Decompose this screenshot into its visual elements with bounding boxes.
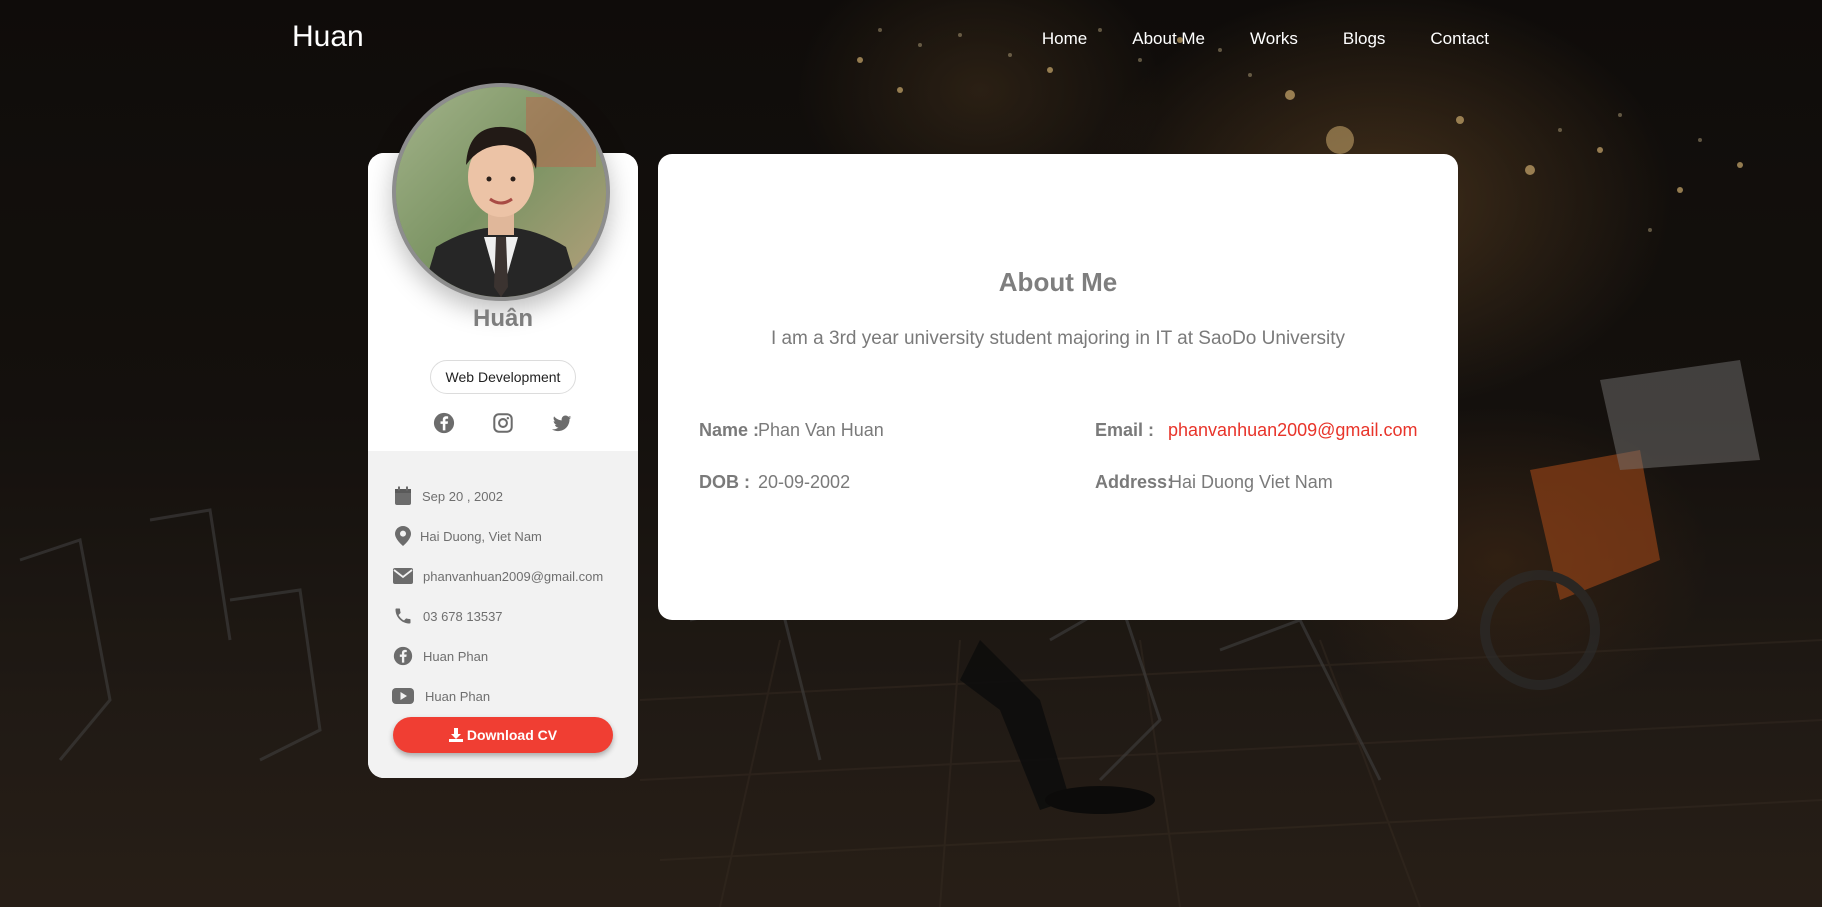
download-cv-button[interactable]: Download CV bbox=[393, 717, 613, 753]
facebook-icon bbox=[392, 645, 414, 667]
download-cv-label: Download CV bbox=[466, 727, 558, 743]
avatar bbox=[392, 83, 610, 301]
calendar-icon bbox=[392, 485, 414, 507]
profile-name: Huân bbox=[473, 305, 533, 332]
about-card bbox=[658, 154, 1458, 620]
nav-about-me[interactable]: About Me bbox=[1132, 29, 1205, 49]
dob-value: 20-09-2002 bbox=[758, 472, 851, 492]
info-birthday: Sep 20 , 2002 bbox=[392, 484, 503, 508]
info-birthday-text: Sep 20 , 2002 bbox=[422, 488, 503, 504]
youtube-icon bbox=[392, 685, 414, 707]
info-youtube: Huan Phan bbox=[392, 684, 490, 708]
name-value: Phan Van Huan bbox=[758, 420, 884, 440]
info-youtube-text[interactable]: Huan Phan bbox=[425, 689, 490, 704]
phone-icon bbox=[392, 605, 414, 627]
address-label: Address: bbox=[1095, 472, 1174, 492]
envelope-icon bbox=[392, 565, 414, 587]
nav-works[interactable]: Works bbox=[1250, 29, 1298, 49]
facebook-icon[interactable] bbox=[433, 412, 455, 434]
download-icon bbox=[448, 719, 463, 755]
info-location: Hai Duong, Viet Nam bbox=[392, 524, 542, 548]
name-label: Name : bbox=[699, 420, 760, 440]
social-links bbox=[368, 412, 638, 436]
nav-home[interactable]: Home bbox=[1042, 29, 1087, 49]
nav-blogs[interactable]: Blogs bbox=[1343, 29, 1386, 49]
top-navbar: Huan Home About Me Works Blogs Contact bbox=[0, 0, 1822, 80]
email-value[interactable]: phanvanhuan2009@gmail.com bbox=[1168, 420, 1417, 441]
info-email: phanvanhuan2009@gmail.com bbox=[392, 564, 603, 588]
brand-logo[interactable]: Huan bbox=[292, 20, 364, 54]
info-email-text[interactable]: phanvanhuan2009@gmail.com bbox=[423, 569, 603, 584]
address-value: Hai Duong Viet Nam bbox=[1169, 472, 1333, 492]
map-pin-icon bbox=[392, 525, 414, 547]
main-nav: Home About Me Works Blogs Contact bbox=[1042, 29, 1489, 49]
info-facebook-text[interactable]: Huan Phan bbox=[423, 649, 488, 664]
twitter-icon[interactable] bbox=[551, 412, 573, 434]
about-title: About Me bbox=[998, 267, 1118, 297]
info-phone-text: 03 678 13537 bbox=[423, 608, 503, 624]
info-location-text: Hai Duong, Viet Nam bbox=[420, 528, 542, 544]
role-badge: Web Development bbox=[430, 360, 576, 394]
email-label: Email : bbox=[1095, 420, 1155, 440]
info-phone: 03 678 13537 bbox=[392, 604, 503, 628]
info-facebook: Huan Phan bbox=[392, 644, 488, 668]
nav-contact[interactable]: Contact bbox=[1430, 29, 1489, 49]
about-intro: I am a 3rd year university student major… bbox=[770, 328, 1346, 349]
dob-label: DOB : bbox=[699, 472, 750, 492]
instagram-icon[interactable] bbox=[492, 412, 514, 434]
